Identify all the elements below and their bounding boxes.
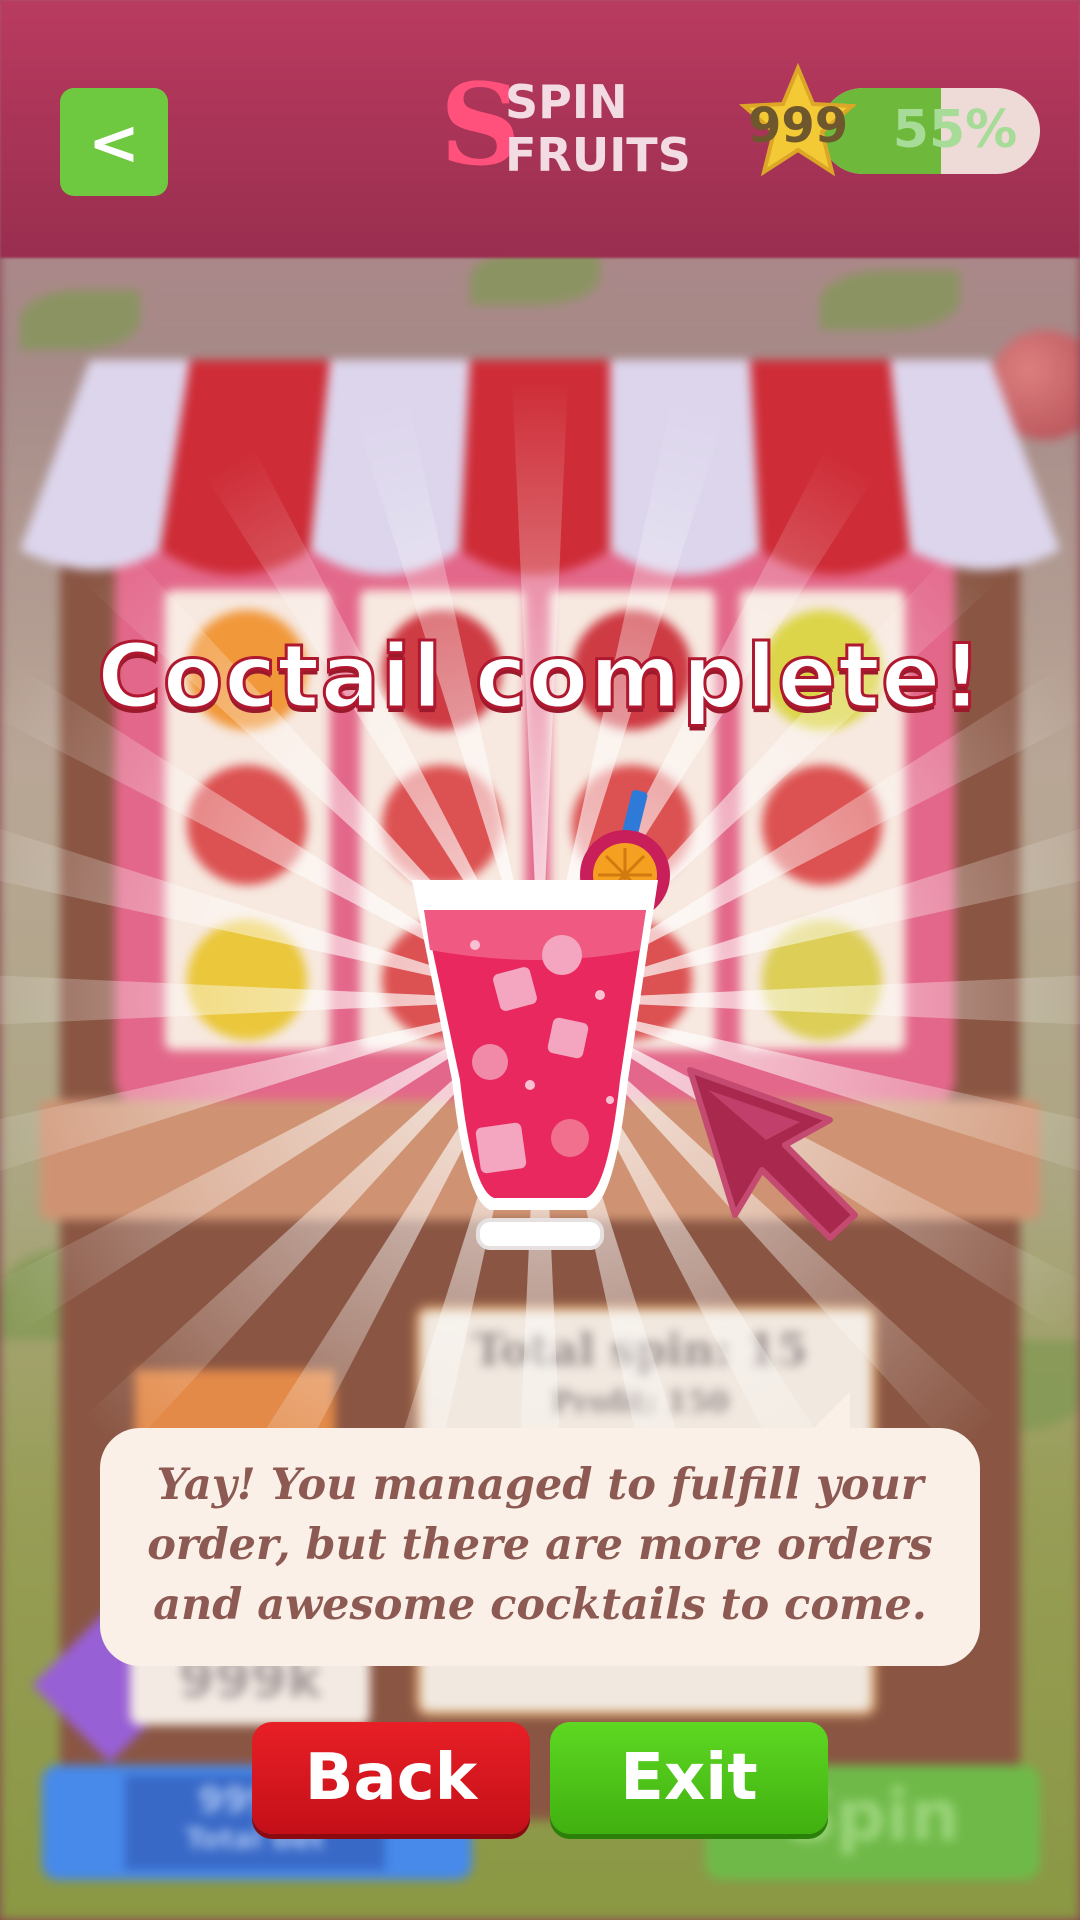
modal-title: Coctail complete! xyxy=(96,624,984,730)
pointer-arrow-icon xyxy=(687,1067,858,1241)
modal-message: Yay! You managed to fulfill your order, … xyxy=(147,1460,933,1630)
exit-button[interactable]: Exit xyxy=(550,1722,828,1834)
back-button[interactable]: Back xyxy=(252,1722,530,1834)
cocktail-icon xyxy=(412,789,670,1250)
